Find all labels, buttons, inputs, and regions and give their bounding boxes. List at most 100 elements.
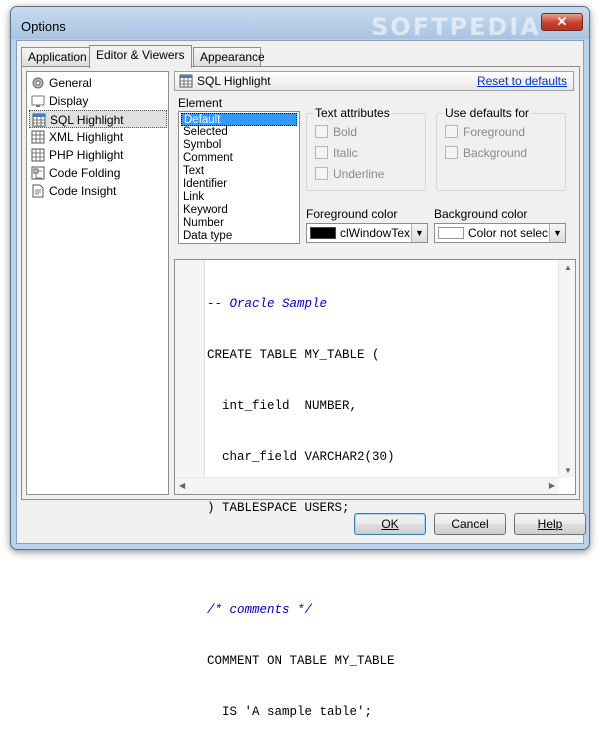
list-item[interactable]: Identifier	[181, 178, 297, 191]
gear-icon	[32, 77, 44, 89]
list-item[interactable]: Symbol	[181, 139, 297, 152]
tree-item-label: PHP Highlight	[49, 148, 124, 162]
code-line: int_field NUMBER,	[207, 399, 358, 413]
tab-editor-viewers[interactable]: Editor & Viewers	[89, 45, 192, 68]
category-tree[interactable]: General Display SQL Highlight XML Highli…	[26, 71, 169, 495]
element-list[interactable]: Default Selected Symbol Comment Text Ide…	[178, 111, 300, 244]
code-line: CREATE TABLE MY_TABLE (	[207, 348, 380, 362]
background-swatch	[438, 227, 464, 239]
chevron-down-icon[interactable]: ▼	[411, 224, 427, 242]
horizontal-scrollbar[interactable]: ◀ ▶	[175, 477, 559, 494]
display-icon	[31, 95, 45, 107]
background-color-label: Background color	[434, 207, 528, 221]
tab-label: Application	[28, 50, 87, 64]
list-item[interactable]: Default	[181, 113, 297, 126]
reset-to-defaults-link[interactable]: Reset to defaults	[477, 74, 567, 88]
window-title: Options	[21, 19, 66, 34]
background-color-value: Color not selected	[468, 226, 548, 240]
tab-label: Editor & Viewers	[96, 48, 185, 62]
list-item[interactable]: Keyword	[181, 204, 297, 217]
chevron-down-icon[interactable]: ▼	[549, 224, 565, 242]
tree-item-xml-highlight[interactable]: XML Highlight	[29, 128, 167, 146]
tree-item-sql-highlight[interactable]: SQL Highlight	[29, 110, 167, 128]
checkbox-box	[445, 146, 458, 159]
checkbox-label: Underline	[333, 167, 385, 181]
code-preview[interactable]: -- Oracle Sample CREATE TABLE MY_TABLE (…	[174, 259, 576, 719]
folding-icon	[31, 166, 45, 180]
tree-item-label: Code Insight	[49, 184, 117, 198]
foreground-color-label: Foreground color	[306, 207, 398, 221]
use-defaults-group: Use defaults for Foreground Background	[436, 106, 566, 191]
code-line: /* comments */	[207, 603, 313, 617]
use-defaults-title: Use defaults for	[443, 106, 532, 120]
tab-application[interactable]: Application	[21, 47, 91, 67]
help-button[interactable]: Help	[514, 513, 586, 535]
tree-item-display[interactable]: Display	[29, 92, 167, 110]
code-line: ​	[207, 551, 395, 568]
background-color-select[interactable]: Color not selected ▼	[434, 223, 566, 243]
checkbox-box	[315, 146, 328, 159]
checkbox-box	[445, 125, 458, 138]
scroll-down-icon[interactable]: ▼	[564, 466, 572, 475]
list-item[interactable]: Comment	[181, 152, 297, 165]
checkbox-box	[315, 167, 328, 180]
watermark-logo: SOFTPEDIA	[371, 13, 541, 41]
code-line: char_field VARCHAR2(30)	[207, 450, 395, 464]
title-bar[interactable]: Options SOFTPEDIA ✕	[11, 7, 589, 41]
tree-item-code-folding[interactable]: Code Folding	[29, 164, 167, 182]
list-item[interactable]: Selected	[181, 126, 297, 139]
checkbox-label: Foreground	[463, 125, 526, 139]
code-line: -- Oracle Sample	[207, 297, 328, 311]
bold-checkbox[interactable]: Bold	[315, 125, 357, 141]
tab-label: Appearance	[200, 50, 265, 64]
editor-gutter	[175, 260, 205, 478]
tree-item-label: Code Folding	[49, 166, 121, 180]
scroll-up-icon[interactable]: ▲	[564, 263, 572, 272]
tab-appearance[interactable]: Appearance	[193, 47, 265, 67]
tree-item-general[interactable]: General	[29, 74, 167, 92]
grid-icon	[179, 74, 193, 88]
insight-icon	[32, 184, 44, 198]
tree-item-php-highlight[interactable]: PHP Highlight	[29, 146, 167, 164]
tree-item-label: SQL Highlight	[50, 113, 124, 127]
tree-item-label: Display	[49, 94, 89, 108]
foreground-color-value: clWindowText	[340, 226, 410, 240]
background-default-checkbox[interactable]: Background	[445, 146, 527, 162]
checkbox-box	[315, 125, 328, 138]
list-item[interactable]: Link	[181, 191, 297, 204]
italic-checkbox[interactable]: Italic	[315, 146, 358, 162]
scroll-right-icon[interactable]: ▶	[549, 481, 555, 490]
tree-item-code-insight[interactable]: Code Insight	[29, 182, 167, 200]
button-label: Help	[537, 517, 563, 531]
checkbox-label: Background	[463, 146, 528, 160]
close-button[interactable]: ✕	[541, 13, 583, 31]
checkbox-label: Bold	[333, 125, 358, 139]
grid-icon	[31, 148, 45, 162]
foreground-color-select[interactable]: clWindowText ▼	[306, 223, 428, 243]
tree-item-label: General	[49, 76, 92, 90]
ok-button[interactable]: OK	[354, 513, 426, 535]
foreground-default-checkbox[interactable]: Foreground	[445, 125, 525, 141]
text-attributes-group: Text attributes Bold Italic Underline	[306, 106, 426, 191]
element-label: Element	[178, 96, 223, 110]
options-window: Options SOFTPEDIA ✕ Application Editor &…	[10, 6, 590, 719]
code-text: -- Oracle Sample CREATE TABLE MY_TABLE (…	[207, 262, 395, 755]
vertical-scrollbar[interactable]: ▲ ▼	[558, 260, 575, 478]
foreground-swatch	[310, 227, 336, 239]
dialog-client: Application Editor & Viewers Appearance …	[16, 40, 586, 719]
list-item[interactable]: Text	[181, 165, 297, 178]
code-line: IS 'A sample table';	[207, 705, 373, 719]
list-item[interactable]: Number	[181, 217, 297, 230]
grid-icon	[32, 113, 46, 127]
scroll-left-icon[interactable]: ◀	[179, 481, 185, 490]
grid-icon	[31, 130, 45, 144]
panel-header: SQL Highlight Reset to defaults	[174, 71, 574, 91]
panel-title: SQL Highlight	[197, 74, 271, 88]
list-item[interactable]: Data type	[181, 230, 297, 243]
tab-panel: General Display SQL Highlight XML Highli…	[21, 66, 580, 719]
button-label: Cancel	[451, 517, 489, 531]
button-label: OK	[381, 517, 399, 531]
underline-checkbox[interactable]: Underline	[315, 167, 384, 183]
cancel-button[interactable]: Cancel	[434, 513, 506, 535]
close-icon: ✕	[556, 14, 568, 29]
